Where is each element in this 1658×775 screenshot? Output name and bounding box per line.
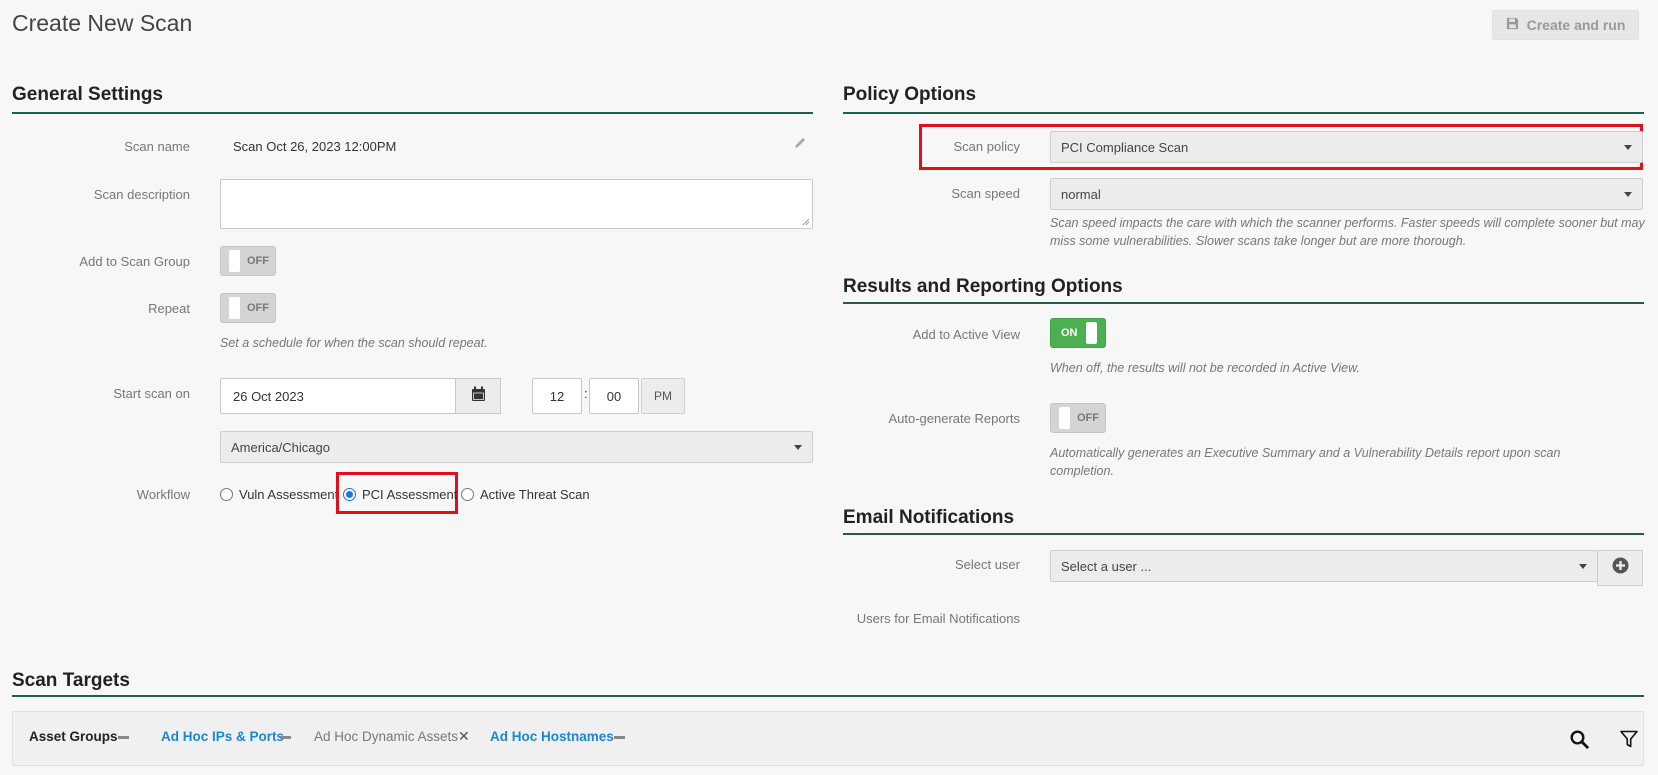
scan-description-label: Scan description xyxy=(93,187,190,202)
add-to-active-view-label: Add to Active View xyxy=(912,327,1020,342)
toggle-state: OFF xyxy=(247,302,269,314)
start-scan-on-label: Start scan on xyxy=(113,386,190,401)
scan-targets-divider xyxy=(12,695,1644,697)
scan-speed-label: Scan speed xyxy=(951,186,1020,201)
email-notifications-title: Email Notifications xyxy=(843,507,1015,528)
tab-ad-hoc-dynamic-assets[interactable]: Ad Hoc Dynamic Assets xyxy=(314,729,458,744)
pencil-icon[interactable] xyxy=(793,136,807,155)
results-reporting-divider xyxy=(843,302,1644,304)
create-and-run-label: Create and run xyxy=(1526,17,1626,33)
ampm-toggle[interactable]: PM xyxy=(641,378,685,414)
repeat-label: Repeat xyxy=(148,301,190,316)
minus-icon[interactable] xyxy=(614,736,625,739)
toggle-knob xyxy=(1059,407,1070,429)
workflow-option-vuln[interactable]: Vuln Assessment xyxy=(220,487,338,502)
general-settings-divider xyxy=(12,112,813,114)
scan-speed-select[interactable]: normal xyxy=(1050,178,1643,210)
time-separator: : xyxy=(584,386,588,401)
search-icon[interactable] xyxy=(1570,730,1589,754)
calendar-icon xyxy=(471,386,486,407)
workflow-option-label: Active Threat Scan xyxy=(480,487,590,502)
toggle-state: OFF xyxy=(247,255,269,267)
tab-ad-hoc-hostnames[interactable]: Ad Hoc Hostnames xyxy=(490,729,614,744)
workflow-option-pci[interactable]: PCI Assessment xyxy=(343,487,457,502)
chevron-down-icon xyxy=(1624,191,1632,197)
scan-speed-value: normal xyxy=(1061,186,1101,202)
policy-options-title: Policy Options xyxy=(843,84,977,105)
chevron-down-icon xyxy=(794,444,802,450)
chevron-down-icon xyxy=(1624,144,1632,150)
timezone-select[interactable]: America/Chicago xyxy=(220,431,813,463)
scan-policy-label: Scan policy xyxy=(953,139,1020,154)
plus-circle-icon xyxy=(1612,557,1629,579)
add-to-scan-group-label: Add to Scan Group xyxy=(79,254,190,269)
tab-ad-hoc-ips-ports[interactable]: Ad Hoc IPs & Ports xyxy=(161,729,284,744)
scan-policy-value: PCI Compliance Scan xyxy=(1061,139,1189,155)
users-for-email-label: Users for Email Notifications xyxy=(856,611,1020,626)
toggle-state: OFF xyxy=(1077,412,1099,424)
hour-input[interactable]: 12 xyxy=(532,378,582,414)
scan-policy-select[interactable]: PCI Compliance Scan xyxy=(1050,131,1643,163)
repeat-help-text: Set a schedule for when the scan should … xyxy=(220,336,488,350)
scan-speed-help-text: Scan speed impacts the care with which t… xyxy=(1050,216,1645,248)
scan-targets-title: Scan Targets xyxy=(12,670,130,691)
auto-generate-reports-label: Auto-generate Reports xyxy=(888,411,1020,426)
add-to-scan-group-toggle[interactable]: OFF xyxy=(220,246,276,276)
workflow-option-label: PCI Assessment xyxy=(362,487,458,502)
filter-icon[interactable] xyxy=(1620,730,1638,754)
page-title: Create New Scan xyxy=(12,10,193,36)
scan-description-input[interactable] xyxy=(220,179,813,229)
tab-asset-groups[interactable]: Asset Groups xyxy=(29,729,118,744)
toggle-knob xyxy=(229,297,240,319)
scan-name-label: Scan name xyxy=(124,139,190,154)
create-and-run-button[interactable]: Create and run xyxy=(1492,10,1639,40)
toggle-knob xyxy=(1086,322,1097,344)
active-view-help-text: When off, the results will not be record… xyxy=(1050,361,1360,375)
add-user-button[interactable] xyxy=(1597,550,1643,586)
auto-generate-reports-toggle[interactable]: OFF xyxy=(1050,403,1106,433)
radio-button[interactable] xyxy=(343,488,356,501)
toggle-knob xyxy=(229,250,240,272)
add-to-active-view-toggle[interactable]: ON xyxy=(1050,318,1106,348)
select-user-dropdown[interactable]: Select a user ... xyxy=(1050,550,1598,582)
minute-input[interactable]: 00 xyxy=(589,378,639,414)
workflow-label: Workflow xyxy=(136,487,190,502)
timezone-value: America/Chicago xyxy=(231,439,330,455)
radio-button[interactable] xyxy=(220,488,233,501)
email-notifications-divider xyxy=(843,533,1644,535)
select-user-placeholder: Select a user ... xyxy=(1061,558,1152,574)
select-user-label: Select user xyxy=(954,557,1020,572)
results-reporting-title: Results and Reporting Options xyxy=(843,276,1123,297)
policy-options-divider xyxy=(843,112,1644,114)
close-icon[interactable]: ✕ xyxy=(458,728,470,745)
start-date-input[interactable]: 26 Oct 2023 xyxy=(220,378,456,414)
auto-reports-help-text: Automatically generates an Executive Sum… xyxy=(1050,446,1561,478)
chevron-down-icon xyxy=(1579,563,1587,569)
general-settings-title: General Settings xyxy=(12,84,163,105)
workflow-option-active-threat[interactable]: Active Threat Scan xyxy=(461,487,590,502)
workflow-option-label: Vuln Assessment xyxy=(239,487,339,502)
scan-name-value: Scan Oct 26, 2023 12:00PM xyxy=(233,139,397,154)
radio-button[interactable] xyxy=(461,488,474,501)
repeat-toggle[interactable]: OFF xyxy=(220,293,276,323)
minus-icon[interactable] xyxy=(118,736,129,739)
save-icon xyxy=(1506,17,1519,33)
calendar-button[interactable] xyxy=(455,378,501,414)
minus-icon[interactable] xyxy=(280,736,291,739)
toggle-state: ON xyxy=(1061,327,1078,339)
